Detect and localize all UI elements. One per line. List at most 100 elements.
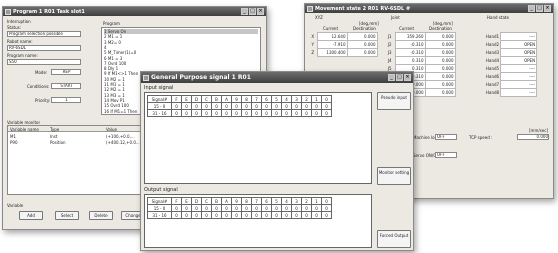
signal-bit[interactable]: 0 bbox=[311, 204, 322, 212]
program-line[interactable]: 6 M1 = 3 bbox=[104, 56, 122, 61]
signal-bit[interactable]: 0 bbox=[241, 211, 252, 219]
signal-bit[interactable]: 0 bbox=[321, 109, 332, 117]
program-line[interactable]: 12 M2 = 1 bbox=[104, 87, 125, 92]
signal-bit[interactable]: 0 bbox=[311, 109, 322, 117]
maximize-icon[interactable]: □ bbox=[249, 8, 256, 15]
signal-bit[interactable]: 0 bbox=[261, 109, 272, 117]
program-line[interactable]: 10 M2 = 1 bbox=[104, 77, 125, 82]
signal-bit[interactable]: 0 bbox=[311, 102, 322, 110]
signal-bit[interactable]: 0 bbox=[281, 102, 292, 110]
minimize-icon[interactable]: _ bbox=[241, 8, 248, 15]
close-icon[interactable]: × bbox=[404, 74, 411, 81]
close-icon[interactable]: × bbox=[257, 8, 264, 15]
signal-bit[interactable]: 0 bbox=[221, 102, 232, 110]
program-line[interactable]: 2 M1 = 1 bbox=[104, 34, 122, 39]
monitor-setting-button[interactable]: Monitor setting bbox=[377, 167, 411, 185]
signal-bit[interactable]: 0 bbox=[201, 211, 212, 219]
signal-bit[interactable]: 0 bbox=[291, 204, 302, 212]
signal-bit[interactable]: 0 bbox=[301, 211, 312, 219]
signal-bit[interactable]: 0 bbox=[181, 211, 192, 219]
signal-bit[interactable]: 0 bbox=[191, 102, 202, 110]
signal-bit[interactable]: 0 bbox=[211, 109, 222, 117]
signal-bit[interactable]: 0 bbox=[171, 211, 182, 219]
signal-bit[interactable]: 0 bbox=[231, 211, 242, 219]
signal-bit[interactable]: 0 bbox=[201, 102, 212, 110]
signal-bit[interactable]: 0 bbox=[201, 109, 212, 117]
signal-bit[interactable]: 0 bbox=[291, 102, 302, 110]
signal-bit[interactable]: 0 bbox=[261, 211, 272, 219]
signal-bit[interactable]: 0 bbox=[221, 109, 232, 117]
signal-bit[interactable]: 0 bbox=[201, 204, 212, 212]
movement-window-titlebar[interactable]: Movement state 2 R01 RV-6SDL # _ □ × bbox=[305, 4, 553, 13]
signal-bit[interactable]: 0 bbox=[191, 211, 202, 219]
minimize-icon[interactable]: _ bbox=[528, 5, 535, 12]
program-line[interactable]: 8 Dly 1 bbox=[104, 66, 118, 71]
signal-bit[interactable]: 0 bbox=[211, 211, 222, 219]
program-line[interactable]: 5 M_Timer(1)=0 bbox=[104, 50, 136, 55]
program-line[interactable]: 13 M3 = 1 bbox=[104, 93, 125, 98]
close-icon[interactable]: × bbox=[544, 5, 551, 12]
signal-bit[interactable]: 0 bbox=[271, 204, 282, 212]
signal-bit[interactable]: 0 bbox=[251, 204, 262, 212]
variable-monitor-table[interactable]: Variable name Type Value M1 Inst (+100,+… bbox=[7, 125, 143, 195]
signal-bit[interactable]: 0 bbox=[281, 109, 292, 117]
forced-output-button[interactable]: Forced Output bbox=[377, 230, 411, 248]
signal-bit[interactable]: 0 bbox=[301, 204, 312, 212]
signal-bit[interactable]: 0 bbox=[171, 204, 182, 212]
signal-bit[interactable]: 0 bbox=[251, 211, 262, 219]
program-line[interactable]: 11 M1 = 1 bbox=[104, 82, 125, 87]
signal-bit[interactable]: 0 bbox=[241, 109, 252, 117]
maximize-icon[interactable]: □ bbox=[396, 74, 403, 81]
signal-bit[interactable]: 0 bbox=[191, 204, 202, 212]
signal-bit[interactable]: 0 bbox=[221, 204, 232, 212]
signal-bit[interactable]: 0 bbox=[171, 102, 182, 110]
program-line[interactable]: 9 If M1<>1 Then bbox=[104, 71, 138, 76]
signal-bit[interactable]: 0 bbox=[271, 102, 282, 110]
signal-bit[interactable]: 0 bbox=[181, 204, 192, 212]
program-line[interactable]: 4 bbox=[104, 45, 107, 50]
signal-bit[interactable]: 0 bbox=[231, 102, 242, 110]
program-line[interactable]: 3 M2= 0 bbox=[104, 40, 121, 45]
program-line[interactable]: 1 Servo On bbox=[104, 29, 258, 34]
minimize-icon[interactable]: _ bbox=[388, 74, 395, 81]
signal-bit[interactable]: 0 bbox=[311, 211, 322, 219]
signal-bit[interactable]: 0 bbox=[171, 109, 182, 117]
signal-bit[interactable]: 0 bbox=[321, 204, 332, 212]
signal-bit[interactable]: 0 bbox=[301, 109, 312, 117]
signal-bit[interactable]: 0 bbox=[211, 102, 222, 110]
add-button[interactable]: Add bbox=[19, 211, 43, 220]
signal-bit[interactable]: 0 bbox=[321, 102, 332, 110]
signal-bit[interactable]: 0 bbox=[301, 102, 312, 110]
signal-bit[interactable]: 0 bbox=[251, 102, 262, 110]
signal-bit[interactable]: 0 bbox=[261, 102, 272, 110]
priority-field[interactable]: 1 bbox=[51, 97, 81, 103]
signal-bit[interactable]: 0 bbox=[271, 211, 282, 219]
maximize-icon[interactable]: □ bbox=[536, 5, 543, 12]
gp-window-titlebar[interactable]: General Purpose signal 1 R01 _ □ × bbox=[141, 72, 413, 83]
signal-bit[interactable]: 0 bbox=[231, 204, 242, 212]
program-window-titlebar[interactable]: Program 1 R01 Task slot1 _ □ × bbox=[3, 7, 266, 16]
program-line[interactable]: 7 Ovrd 100 bbox=[104, 61, 126, 66]
signal-bit[interactable]: 0 bbox=[191, 109, 202, 117]
program-line[interactable]: 15 Ovrd 100 bbox=[104, 103, 129, 108]
program-line[interactable]: 14 Mov P1 bbox=[104, 98, 125, 103]
signal-bit[interactable]: 0 bbox=[281, 211, 292, 219]
signal-bit[interactable]: 0 bbox=[241, 102, 252, 110]
signal-bit[interactable]: 0 bbox=[271, 109, 282, 117]
signal-bit[interactable]: 0 bbox=[211, 204, 222, 212]
signal-bit[interactable]: 0 bbox=[241, 204, 252, 212]
delete-button[interactable]: Delete bbox=[89, 211, 113, 220]
signal-bit[interactable]: 0 bbox=[221, 211, 232, 219]
signal-bit[interactable]: 0 bbox=[261, 204, 272, 212]
signal-bit[interactable]: 0 bbox=[231, 109, 242, 117]
signal-bit[interactable]: 0 bbox=[281, 204, 292, 212]
signal-bit[interactable]: 0 bbox=[251, 109, 262, 117]
pseudo-input-button[interactable]: Pseudo input bbox=[377, 92, 411, 110]
select-button[interactable]: Select bbox=[55, 211, 79, 220]
signal-bit[interactable]: 0 bbox=[291, 109, 302, 117]
signal-bit[interactable]: 0 bbox=[181, 102, 192, 110]
signal-bit[interactable]: 0 bbox=[291, 211, 302, 219]
program-line[interactable]: 16 If M1=1 Then bbox=[104, 109, 137, 114]
signal-bit[interactable]: 0 bbox=[321, 211, 332, 219]
signal-bit[interactable]: 0 bbox=[181, 109, 192, 117]
